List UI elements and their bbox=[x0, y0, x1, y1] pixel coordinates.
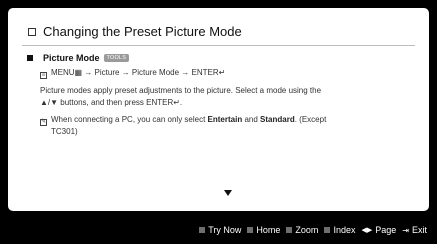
scroll-down-icon[interactable] bbox=[224, 190, 232, 196]
section-header: Picture Mode TOOLS bbox=[27, 53, 130, 63]
page-title-row: Changing the Preset Picture Mode bbox=[28, 24, 242, 39]
tools-badge: TOOLS bbox=[103, 54, 130, 62]
note-line-2: TC301) bbox=[51, 127, 78, 136]
green-key-icon bbox=[247, 227, 254, 233]
menu-icon: ≡ bbox=[40, 72, 47, 79]
note-entertain: Entertain bbox=[207, 115, 243, 124]
note-and: and bbox=[244, 115, 258, 124]
index-button[interactable]: Index bbox=[324, 225, 355, 235]
try-now-label: Try Now bbox=[208, 225, 242, 235]
note-icon: ✎ bbox=[40, 119, 47, 126]
yellow-key-icon bbox=[286, 227, 293, 233]
bullet-icon bbox=[27, 55, 33, 61]
page-title: Changing the Preset Picture Mode bbox=[43, 24, 242, 39]
tv-screen: Changing the Preset Picture Mode Picture… bbox=[0, 0, 437, 244]
body-line-1: Picture modes apply preset adjustments t… bbox=[40, 86, 322, 95]
index-label: Index bbox=[333, 225, 356, 235]
exit-label: Exit bbox=[411, 225, 427, 235]
body-line-2: ▲/▼ buttons, and then press ENTER↵. bbox=[40, 98, 183, 107]
menu-path-text: MENU▦ → Picture → Picture Mode → ENTER↵ bbox=[51, 68, 226, 77]
checkbox-icon bbox=[28, 27, 36, 36]
exit-button[interactable]: ⇥ Exit bbox=[402, 225, 427, 235]
try-now-button[interactable]: Try Now bbox=[199, 225, 241, 235]
manual-page: Changing the Preset Picture Mode Picture… bbox=[8, 8, 429, 211]
note-standard: Standard bbox=[260, 115, 295, 124]
menu-path: ≡ MENU▦ → Picture → Picture Mode → ENTER↵ bbox=[40, 68, 225, 79]
home-button[interactable]: Home bbox=[247, 225, 280, 235]
page-label: Page bbox=[375, 225, 397, 235]
note-prefix: When connecting a PC, you can only selec… bbox=[51, 115, 206, 124]
note-suffix: . (Except bbox=[294, 115, 327, 124]
red-key-icon bbox=[199, 227, 206, 233]
exit-icon: ⇥ bbox=[402, 225, 409, 235]
zoom-button[interactable]: Zoom bbox=[286, 225, 318, 235]
blue-key-icon bbox=[324, 227, 331, 233]
zoom-label: Zoom bbox=[295, 225, 319, 235]
section-title: Picture Mode bbox=[43, 53, 100, 63]
footer-bar: Try Now Home Zoom Index ◀▶ Page ⇥ Exit bbox=[0, 216, 437, 244]
home-label: Home bbox=[256, 225, 281, 235]
page-button[interactable]: ◀▶ Page bbox=[361, 225, 396, 235]
note-line-1: ✎ When connecting a PC, you can only sele… bbox=[40, 115, 326, 126]
left-right-arrows-icon: ◀▶ bbox=[361, 227, 373, 234]
divider bbox=[22, 45, 415, 46]
